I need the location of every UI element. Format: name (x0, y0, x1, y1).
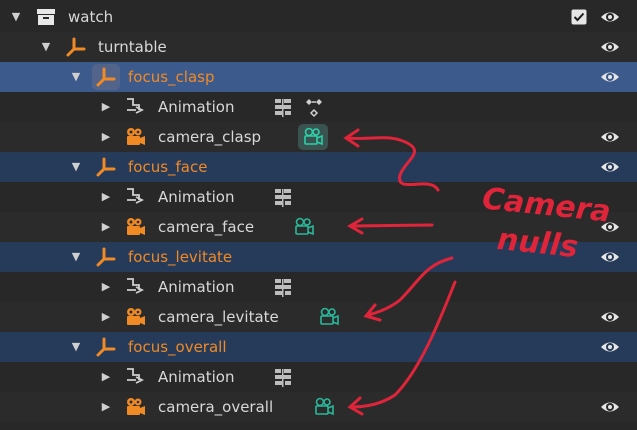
row-label: Animation (158, 368, 235, 386)
camera-object-icon (127, 128, 145, 145)
empty-axes-icon (66, 37, 86, 57)
animation-data-icon (127, 278, 145, 294)
camera-data-icon[interactable] (313, 396, 335, 418)
outliner-row-focus-overall[interactable]: ▼ focus_overall (0, 332, 637, 362)
disclosure-expanded-icon[interactable]: ▼ (70, 340, 82, 354)
eye-icon[interactable] (600, 398, 620, 416)
outliner-row-turntable[interactable]: ▼ turntable (0, 32, 637, 62)
empty-axes-icon (96, 247, 116, 267)
eye-icon[interactable] (600, 68, 620, 86)
disclosure-expanded-icon[interactable]: ▼ (70, 160, 82, 174)
outliner-row-animation[interactable]: ▶ Animation (0, 272, 637, 302)
camera-object-icon (127, 308, 145, 325)
row-label: camera_face (158, 218, 255, 236)
disclosure-collapsed-icon[interactable]: ▶ (100, 130, 112, 144)
row-label: focus_overall (128, 338, 227, 356)
disclosure-expanded-icon[interactable]: ▼ (40, 40, 52, 54)
row-label: camera_overall (158, 398, 274, 416)
animation-data-icon (127, 98, 145, 114)
outliner-row-partial (0, 422, 637, 430)
disclosure-collapsed-icon[interactable]: ▶ (100, 190, 112, 204)
row-label: focus_face (128, 158, 208, 176)
camera-object-icon (127, 398, 145, 415)
outliner-row-watch[interactable]: ▼ watch (0, 2, 637, 32)
eye-icon[interactable] (600, 128, 620, 146)
row-label: camera_levitate (158, 308, 279, 326)
camera-data-icon[interactable] (302, 126, 324, 148)
outliner-row-focus-clasp[interactable]: ▼ focus_clasp (0, 62, 637, 92)
drivers-icon[interactable] (303, 97, 325, 119)
row-label: Animation (158, 278, 235, 296)
outliner-row-focus-face[interactable]: ▼ focus_face (0, 152, 637, 182)
camera-object-icon (127, 218, 145, 235)
disclosure-collapsed-icon[interactable]: ▶ (100, 400, 112, 414)
row-label: focus_levitate (128, 248, 233, 266)
disclosure-collapsed-icon[interactable]: ▶ (100, 280, 112, 294)
outliner-row-animation[interactable]: ▶ Animation (0, 362, 637, 392)
animation-data-icon (127, 188, 145, 204)
empty-axes-icon (96, 337, 116, 357)
eye-icon[interactable] (600, 248, 620, 266)
action-icon[interactable] (272, 367, 294, 389)
row-label: Animation (158, 98, 235, 116)
action-icon[interactable] (272, 97, 294, 119)
row-label: Animation (158, 188, 235, 206)
animation-data-icon (127, 368, 145, 384)
outliner-row-camera-overall[interactable]: ▶ camera_overall (0, 392, 637, 422)
disclosure-collapsed-icon[interactable]: ▶ (100, 370, 112, 384)
disclosure-expanded-icon[interactable]: ▼ (70, 250, 82, 264)
eye-icon[interactable] (600, 8, 620, 26)
outliner-row-camera-clasp[interactable]: ▶ camera_clasp (0, 122, 637, 152)
row-label: watch (68, 8, 114, 26)
disclosure-collapsed-icon[interactable]: ▶ (100, 310, 112, 324)
collection-icon (37, 9, 55, 25)
empty-axes-icon (96, 67, 116, 87)
disclosure-collapsed-icon[interactable]: ▶ (100, 220, 112, 234)
eye-icon[interactable] (600, 38, 620, 56)
outliner-row-camera-levitate[interactable]: ▶ camera_levitate (0, 302, 637, 332)
action-icon[interactable] (272, 277, 294, 299)
action-icon[interactable] (272, 187, 294, 209)
disclosure-collapsed-icon[interactable]: ▶ (100, 100, 112, 114)
disclosure-expanded-icon[interactable]: ▼ (10, 10, 22, 24)
row-label: focus_clasp (128, 68, 215, 86)
eye-icon[interactable] (600, 308, 620, 326)
empty-axes-icon (96, 157, 116, 177)
outliner-row-animation[interactable]: ▶ Animation (0, 92, 637, 122)
row-label: camera_clasp (158, 128, 262, 146)
checkbox-icon[interactable] (571, 9, 587, 25)
disclosure-expanded-icon[interactable]: ▼ (70, 70, 82, 84)
camera-data-icon[interactable] (318, 306, 340, 328)
eye-icon[interactable] (600, 158, 620, 176)
row-label: turntable (98, 38, 167, 56)
eye-icon[interactable] (600, 338, 620, 356)
camera-data-icon[interactable] (293, 216, 315, 238)
